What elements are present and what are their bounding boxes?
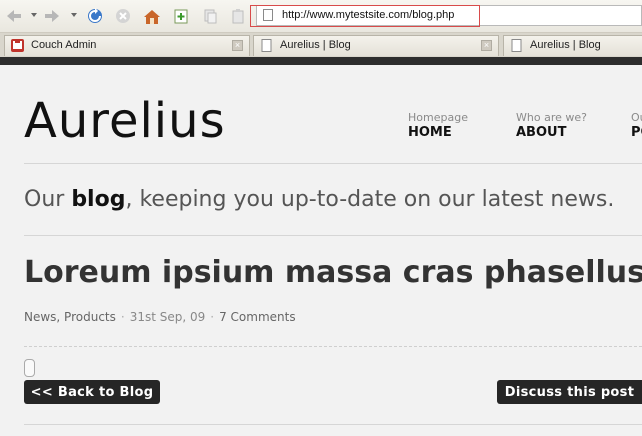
new-page-button[interactable] bbox=[170, 5, 192, 27]
forward-button[interactable] bbox=[41, 5, 63, 27]
site-page: Aurelius Homepage HOME Who are we? ABOUT… bbox=[0, 65, 642, 436]
nav-subtitle: Homepage bbox=[408, 111, 468, 124]
tab-label: Aurelius | Blog bbox=[280, 39, 351, 51]
page-icon bbox=[263, 9, 273, 21]
back-arrow-icon bbox=[7, 10, 21, 22]
paste-icon bbox=[232, 9, 244, 24]
forward-arrow-icon bbox=[45, 10, 59, 22]
post-categories[interactable]: News, Products bbox=[24, 310, 116, 324]
tab-aurelius-blog-2[interactable]: Aurelius | Blog bbox=[503, 35, 642, 56]
site-top-bar bbox=[0, 57, 642, 65]
tab-couch-admin[interactable]: Couch Admin × bbox=[4, 35, 250, 56]
page-tagline: Our blog, keeping you up-to-date on our … bbox=[24, 187, 614, 212]
meta-separator: · bbox=[210, 310, 215, 324]
address-bar[interactable]: http://www.mytestsite.com/blog.php bbox=[250, 5, 642, 27]
home-icon bbox=[144, 9, 160, 24]
tagline-divider bbox=[24, 235, 642, 236]
back-history-dropdown-icon[interactable] bbox=[31, 13, 37, 17]
tab-label: Aurelius | Blog bbox=[530, 39, 601, 51]
nav-label: ABOUT bbox=[516, 125, 567, 140]
back-to-blog-button[interactable]: << Back to Blog bbox=[24, 380, 160, 404]
tab-strip: Couch Admin × Aurelius | Blog × Aurelius… bbox=[0, 33, 642, 57]
reload-button[interactable] bbox=[84, 5, 106, 27]
tab-close-icon[interactable]: × bbox=[481, 40, 492, 51]
tab-close-icon[interactable]: × bbox=[232, 40, 243, 51]
address-url[interactable]: http://www.mytestsite.com/blog.php bbox=[282, 9, 454, 21]
add-page-icon bbox=[174, 9, 188, 24]
copy-icon bbox=[204, 9, 217, 24]
nav-subtitle: Who are we? bbox=[516, 111, 587, 124]
paste-button[interactable] bbox=[227, 5, 249, 27]
nav-item-portfolio[interactable]: Ou PO bbox=[631, 111, 642, 140]
couch-favicon-icon bbox=[11, 39, 24, 52]
back-button[interactable] bbox=[3, 5, 25, 27]
nav-subtitle: Ou bbox=[631, 111, 642, 124]
nav-item-about[interactable]: Who are we? ABOUT bbox=[516, 111, 587, 140]
header-divider bbox=[24, 163, 642, 164]
tagline-suffix: , keeping you up-to-date on our latest n… bbox=[125, 187, 615, 212]
post-title: Loreum ipsium massa cras phasellus bbox=[24, 255, 642, 290]
nav-label: PO bbox=[631, 125, 642, 140]
footer-divider bbox=[24, 424, 642, 425]
stop-icon bbox=[116, 9, 130, 23]
tagline-emphasis: blog bbox=[71, 187, 126, 212]
tab-aurelius-blog[interactable]: Aurelius | Blog × bbox=[253, 35, 499, 56]
meta-separator: · bbox=[120, 310, 125, 324]
home-button[interactable] bbox=[141, 5, 163, 27]
post-meta: News, Products · 31st Sep, 09 · 7 Comments bbox=[24, 310, 296, 324]
stop-button[interactable] bbox=[112, 5, 134, 27]
browser-toolbar: http://www.mytestsite.com/blog.php bbox=[0, 0, 642, 33]
tagline-prefix: Our bbox=[24, 187, 72, 212]
copy-button[interactable] bbox=[199, 5, 221, 27]
site-logo[interactable]: Aurelius bbox=[24, 93, 226, 149]
small-input-box[interactable] bbox=[24, 359, 35, 377]
tab-label: Couch Admin bbox=[31, 39, 97, 51]
nav-label: HOME bbox=[408, 125, 452, 140]
post-date: 31st Sep, 09 bbox=[129, 310, 206, 324]
discuss-post-button[interactable]: Discuss this post bbox=[497, 380, 642, 404]
post-comments-link[interactable]: 7 Comments bbox=[219, 310, 296, 324]
page-favicon-icon bbox=[511, 39, 522, 52]
forward-history-dropdown-icon[interactable] bbox=[71, 13, 77, 17]
post-divider bbox=[24, 346, 642, 347]
reload-icon bbox=[88, 8, 102, 23]
nav-item-home[interactable]: Homepage HOME bbox=[408, 111, 468, 140]
page-favicon-icon bbox=[261, 39, 272, 52]
